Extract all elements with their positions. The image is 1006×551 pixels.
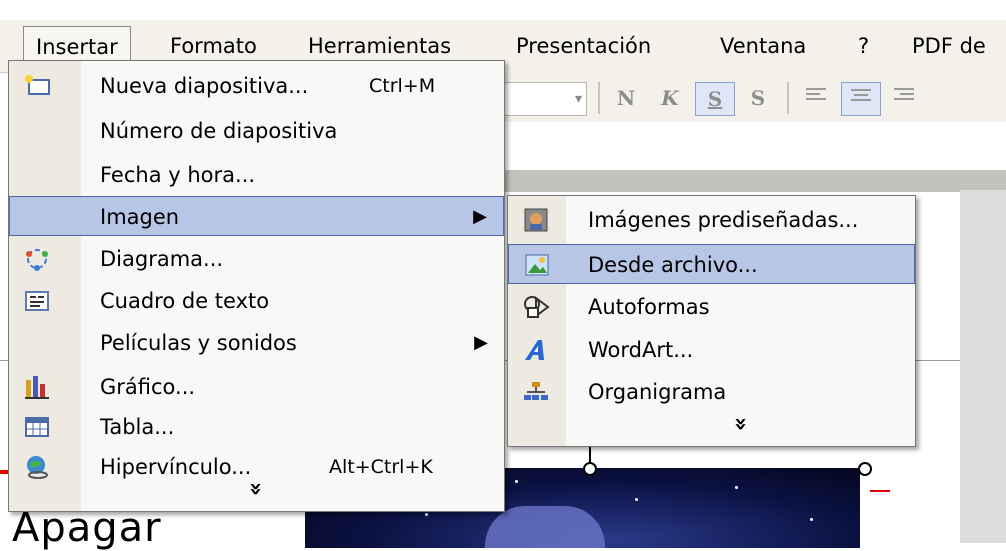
resize-handle[interactable]	[858, 462, 872, 476]
menu-item-nueva-diapositiva[interactable]: Nueva diapositiva... Ctrl+M	[9, 66, 504, 106]
menu-item-tabla[interactable]: Tabla...	[9, 407, 504, 447]
underline-button[interactable]: S	[695, 82, 735, 116]
submenu-expand-button[interactable]: »	[508, 404, 915, 444]
menu-item-label: Número de diapositiva	[100, 119, 338, 143]
menu-presentacion[interactable]: Presentación	[516, 26, 651, 66]
menu-item-grafico[interactable]: Gráfico...	[9, 367, 504, 407]
menu-item-shortcut: Ctrl+M	[369, 75, 436, 97]
resize-handle[interactable]	[583, 462, 597, 476]
submenu-arrow-icon: ▶	[474, 332, 488, 353]
menu-ventana[interactable]: Ventana	[720, 26, 806, 66]
menu-item-label: Tabla...	[100, 415, 175, 439]
shadow-button[interactable]: S	[739, 82, 777, 114]
submenu-arrow-icon: ▶	[473, 206, 487, 227]
italic-button[interactable]: K	[651, 82, 689, 114]
slide-marker	[0, 470, 8, 474]
menu-item-label: Diagrama...	[100, 247, 224, 271]
menu-expand-button[interactable]: »	[9, 469, 429, 509]
menu-item-fecha-hora[interactable]: Fecha y hora...	[9, 155, 504, 195]
clipart-icon	[524, 208, 548, 232]
menu-item-label: Fecha y hora...	[100, 163, 256, 187]
menu-item-imagen[interactable]: Imagen ▶	[9, 196, 504, 236]
table-icon	[25, 417, 49, 437]
menu-pdf[interactable]: PDF de	[912, 26, 986, 66]
menu-item-label: Autoformas	[588, 295, 710, 319]
textbox-icon	[25, 291, 49, 311]
menu-help[interactable]: ?	[858, 26, 869, 66]
menu-item-label: Cuadro de texto	[100, 289, 270, 313]
diagram-icon	[26, 249, 48, 271]
align-right-icon	[894, 88, 914, 100]
align-center-icon	[851, 89, 871, 101]
from-file-icon	[525, 254, 549, 276]
menu-item-label: Imagen	[100, 205, 180, 229]
ruler-band	[495, 170, 1006, 192]
new-slide-icon	[25, 75, 50, 95]
menu-item-label: Nueva diapositiva...	[100, 74, 309, 98]
align-right-button[interactable]	[885, 82, 923, 114]
menu-item-label: Películas y sonidos	[100, 331, 297, 355]
toolbar-separator	[598, 82, 600, 114]
temple-shape	[485, 506, 605, 548]
menu-item-label: Desde archivo...	[588, 253, 758, 277]
submenu-item-imagenes-predisenadas[interactable]: Imágenes prediseñadas...	[508, 200, 915, 240]
menu-item-label: Gráfico...	[100, 375, 196, 399]
slide-marker	[870, 490, 890, 492]
org-chart-icon	[524, 382, 548, 400]
autoshapes-icon	[524, 296, 550, 318]
chart-icon	[25, 376, 49, 399]
menu-item-numero-diapositiva[interactable]: Número de diapositiva	[9, 111, 504, 151]
menu-item-peliculas-sonidos[interactable]: Películas y sonidos ▶	[9, 323, 504, 363]
slide-pane-edge	[960, 190, 1006, 543]
font-size-select[interactable]: ▾	[495, 82, 587, 116]
formatting-toolbar: ▾ N K S S	[495, 72, 1006, 122]
insert-menu: Nueva diapositiva... Ctrl+M Número de di…	[8, 60, 505, 512]
expand-chevron-icon: »	[728, 416, 754, 432]
rotate-handle-stem	[589, 445, 591, 463]
menu-item-label: Imágenes prediseñadas...	[588, 208, 859, 232]
submenu-item-autoformas[interactable]: Autoformas	[508, 287, 915, 327]
submenu-item-wordart[interactable]: WordArt...	[508, 330, 915, 370]
expand-chevron-icon: »	[243, 481, 268, 497]
align-left-button[interactable]	[797, 82, 835, 114]
menu-item-label: WordArt...	[588, 338, 694, 362]
menu-item-diagrama[interactable]: Diagrama...	[9, 239, 504, 279]
submenu-item-desde-archivo[interactable]: Desde archivo...	[508, 244, 915, 284]
menu-item-cuadro-texto[interactable]: Cuadro de texto	[9, 281, 504, 321]
bold-button[interactable]: N	[607, 82, 645, 114]
image-submenu: Imágenes prediseñadas... Desde archivo..…	[507, 195, 916, 447]
align-left-icon	[806, 88, 826, 100]
chevron-down-icon: ▾	[574, 91, 582, 107]
wordart-icon	[525, 340, 544, 360]
toolbar-separator	[787, 82, 789, 114]
align-center-button[interactable]	[841, 82, 881, 116]
